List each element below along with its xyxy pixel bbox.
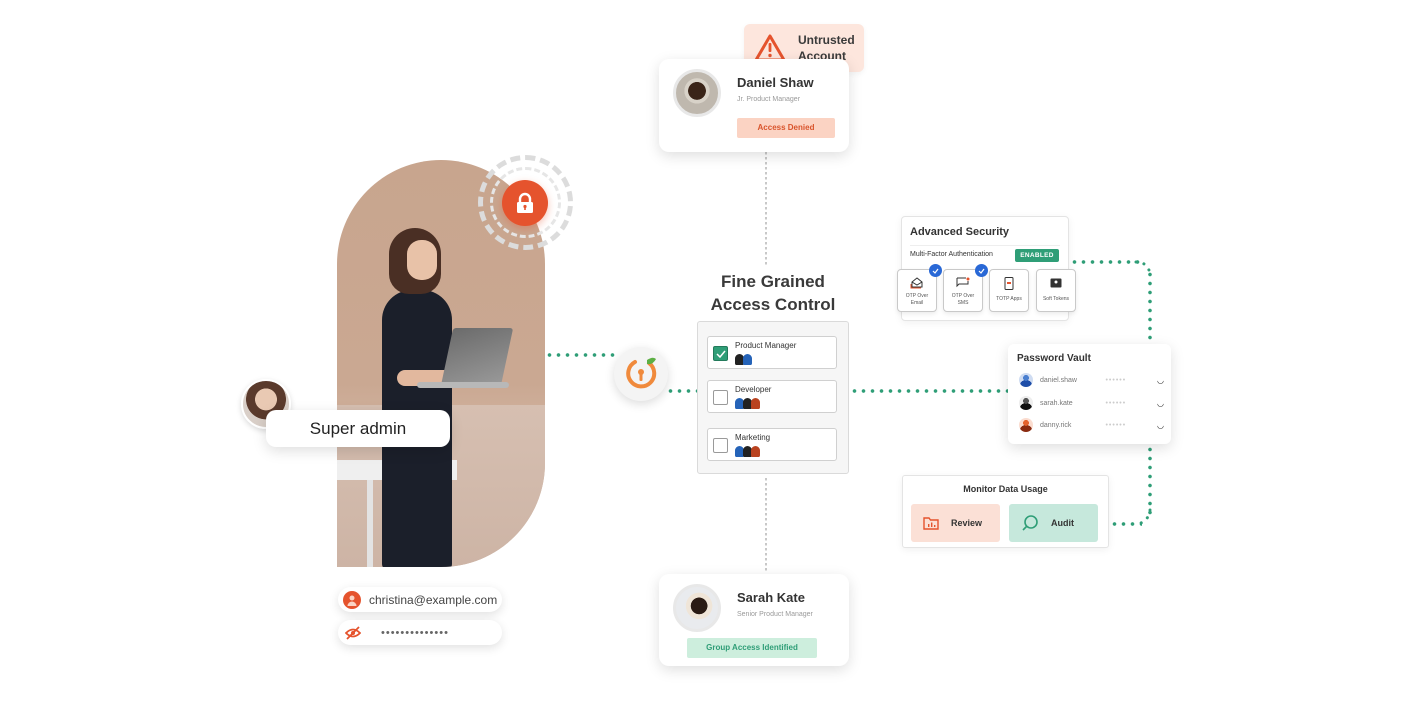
connector-fgac-vault (850, 389, 1008, 393)
audit-label: Audit (1051, 518, 1074, 528)
review-button[interactable]: Review (911, 504, 1000, 542)
phone-icon (990, 276, 1028, 290)
email-field[interactable]: christina@example.com (338, 587, 502, 612)
otp-email-option[interactable]: OTP Over Email (897, 264, 942, 312)
connector-corner-top (1134, 260, 1152, 276)
advanced-security-panel: Advanced Security Multi-Factor Authentic… (897, 216, 1076, 321)
super-admin-label: Super admin (266, 410, 450, 447)
checkbox-marketing[interactable] (713, 438, 728, 453)
option-label: TOTP Apps (996, 296, 1022, 302)
daniel-name: Daniel Shaw (737, 75, 814, 90)
mfa-enabled-badge: ENABLED (1015, 249, 1059, 262)
review-label: Review (951, 518, 983, 528)
vault-password-mask: •••••• (1105, 376, 1127, 384)
vault-username: daniel.shaw (1040, 376, 1077, 384)
role-label: Marketing (735, 433, 771, 442)
user-card-daniel[interactable]: Daniel Shaw Jr. Product Manager Access D… (659, 59, 849, 152)
otp-sms-option[interactable]: OTP Over SMS (943, 264, 988, 312)
connector-right-upper (1148, 270, 1152, 345)
lock-icon (502, 180, 548, 226)
folder-chart-icon (923, 517, 939, 530)
checkbox-developer[interactable] (713, 390, 728, 405)
keyhole-logo-icon (614, 347, 668, 401)
option-label: Email (910, 300, 924, 306)
soft-tokens-option[interactable]: Soft Tokens (1036, 269, 1076, 312)
check-icon (929, 264, 942, 277)
access-denied-badge: Access Denied (737, 118, 835, 138)
vault-entry[interactable]: danny.rick •••••• ◡ (1019, 417, 1164, 433)
email-value: christina@example.com (369, 592, 498, 607)
vault-password-mask: •••••• (1105, 399, 1127, 407)
role-list-panel: Product Manager Developer Marketing (697, 321, 849, 474)
monitor-data-usage-panel: Monitor Data Usage Review Audit (902, 475, 1109, 548)
fgac-title-line1: Fine Grained (721, 272, 825, 291)
option-label: OTP Over (951, 293, 975, 299)
group-members-icon (735, 446, 760, 457)
vault-username: sarah.kate (1040, 399, 1073, 407)
vault-entry[interactable]: daniel.shaw •••••• ◡ (1019, 372, 1164, 388)
search-icon (1022, 515, 1038, 531)
password-field[interactable]: •••••••••••••• (338, 620, 502, 645)
monitor-title: Monitor Data Usage (963, 484, 1048, 494)
role-label: Product Manager (735, 341, 797, 350)
user-card-sarah[interactable]: Sarah Kate Senior Product Manager Group … (659, 574, 849, 666)
sarah-role: Senior Product Manager (737, 611, 813, 618)
advanced-security-title: Advanced Security (910, 226, 1010, 238)
checkbox-product-manager[interactable] (713, 346, 728, 361)
password-vault-panel: Password Vault daniel.shaw •••••• ◡ sara… (1008, 344, 1171, 444)
option-label: Soft Tokens (1042, 296, 1070, 302)
user-avatar-icon (1019, 373, 1033, 387)
option-label: OTP Over (905, 293, 929, 299)
totp-apps-option[interactable]: TOTP Apps (989, 269, 1029, 312)
connector-right-lower (1148, 445, 1152, 515)
user-icon (343, 590, 361, 609)
connector-key-fgac (666, 389, 698, 393)
eye-off-icon[interactable] (345, 625, 361, 640)
group-members-icon (735, 398, 760, 409)
connector-bottom (765, 478, 767, 573)
role-product-manager[interactable]: Product Manager (707, 336, 837, 369)
connector-corner-bottom (1134, 508, 1152, 526)
daniel-role: Jr. Product Manager (737, 96, 801, 103)
eye-closed-icon[interactable]: ◡ (1157, 421, 1164, 430)
check-icon (975, 264, 988, 277)
password-vault-title: Password Vault (1017, 353, 1091, 364)
connector-adv-right (1070, 260, 1142, 264)
sarah-name: Sarah Kate (737, 590, 805, 605)
fgac-title: Fine Grained Access Control (690, 270, 856, 316)
role-developer[interactable]: Developer (707, 380, 837, 413)
token-icon (1037, 276, 1075, 290)
mfa-label: Multi-Factor Authentication (910, 251, 993, 258)
eye-closed-icon[interactable]: ◡ (1157, 376, 1164, 385)
daniel-avatar (673, 69, 721, 117)
user-avatar-icon (1019, 396, 1033, 410)
envelope-icon (898, 276, 936, 290)
option-label: SMS (957, 300, 969, 306)
vault-username: danny.rick (1040, 421, 1072, 429)
connector-hero-key (545, 353, 615, 357)
connector-top (765, 152, 767, 267)
alert-line1: Untrusted (798, 33, 855, 47)
warning-triangle-icon (754, 34, 786, 62)
fgac-title-line2: Access Control (710, 295, 836, 314)
group-access-badge: Group Access Identified (687, 638, 817, 658)
vault-entry[interactable]: sarah.kate •••••• ◡ (1019, 395, 1164, 411)
eye-closed-icon[interactable]: ◡ (1157, 399, 1164, 408)
audit-button[interactable]: Audit (1009, 504, 1098, 542)
user-avatar-icon (1019, 418, 1033, 432)
vault-password-mask: •••••• (1105, 421, 1127, 429)
chat-bubble-icon (944, 276, 982, 290)
group-members-icon (735, 354, 752, 365)
sarah-avatar (673, 584, 721, 632)
password-value: •••••••••••••• (381, 626, 449, 639)
role-marketing[interactable]: Marketing (707, 428, 837, 461)
role-label: Developer (735, 385, 772, 394)
